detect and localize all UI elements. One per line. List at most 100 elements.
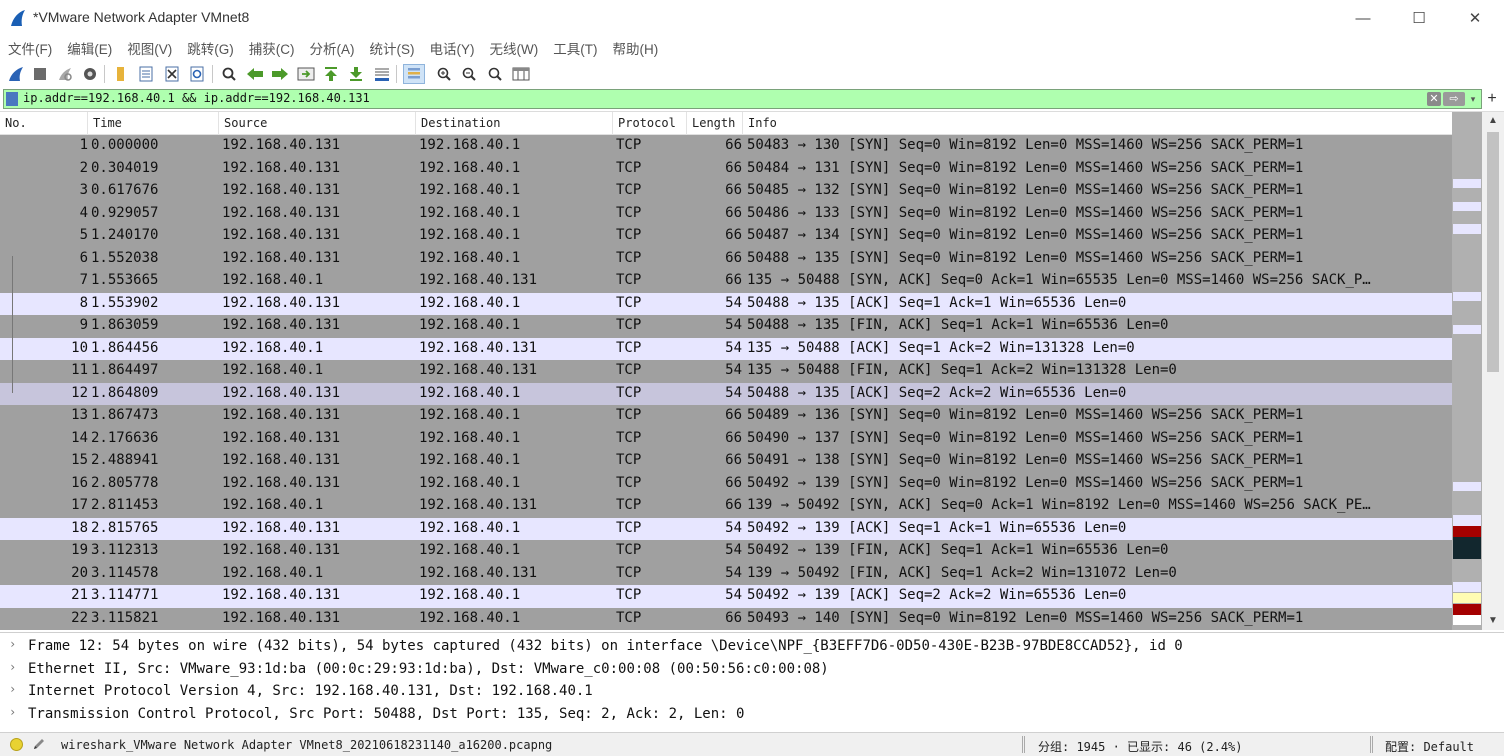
packet-row[interactable]: 2 0.304019 192.168.40.131 192.168.40.1 TCP 66… bbox=[0, 157, 1452, 180]
capture-options-icon[interactable] bbox=[80, 64, 100, 84]
expand-chevron-icon[interactable]: › bbox=[9, 682, 16, 696]
packet-length: 54 bbox=[725, 317, 742, 333]
menu-edit[interactable]: 编辑(E) bbox=[67, 38, 112, 58]
open-file-icon[interactable] bbox=[110, 64, 130, 84]
stop-capture-icon[interactable] bbox=[30, 64, 50, 84]
display-filter-input[interactable]: ip.addr==192.168.40.1 && ip.addr==192.16… bbox=[23, 91, 370, 105]
packet-time: 3.115821 bbox=[91, 609, 159, 626]
expert-info-led-icon[interactable] bbox=[10, 738, 23, 751]
packet-destination: 192.168.40.1 bbox=[419, 294, 521, 311]
packet-row[interactable]: 19 3.112313 192.168.40.131 192.168.40.1 TCP 5… bbox=[0, 540, 1452, 563]
filter-apply-icon[interactable]: ⇨ bbox=[1443, 92, 1465, 106]
filter-bookmark-icon[interactable] bbox=[6, 92, 18, 106]
go-back-icon[interactable] bbox=[245, 64, 265, 84]
packet-row[interactable]: 11 1.864497 192.168.40.1 192.168.40.131 TCP 5… bbox=[0, 360, 1452, 383]
packet-protocol: TCP bbox=[616, 452, 642, 468]
zoom-in-icon[interactable] bbox=[434, 64, 454, 84]
packet-row[interactable]: 6 1.552038 192.168.40.131 192.168.40.1 TCP 66… bbox=[0, 247, 1452, 270]
column-header-no[interactable]: No. bbox=[0, 112, 88, 135]
packet-row[interactable]: 14 2.176636 192.168.40.131 192.168.40.1 TCP 6… bbox=[0, 427, 1452, 450]
packet-row[interactable]: 10 1.864456 192.168.40.1 192.168.40.131 TCP 5… bbox=[0, 337, 1452, 360]
go-first-icon[interactable] bbox=[321, 64, 341, 84]
detail-row-ethernet[interactable]: › Ethernet II, Src: VMware_93:1d:ba (00:… bbox=[0, 658, 1504, 681]
column-header-protocol[interactable]: Protocol bbox=[613, 112, 687, 135]
packet-row[interactable]: 7 1.553665 192.168.40.1 192.168.40.131 TCP 66… bbox=[0, 270, 1452, 293]
column-header-destination[interactable]: Destination bbox=[416, 112, 613, 135]
go-forward-icon[interactable] bbox=[270, 64, 290, 84]
menu-wireless[interactable]: 无线(W) bbox=[490, 38, 539, 58]
menu-go[interactable]: 跳转(G) bbox=[187, 38, 234, 58]
profile-status[interactable]: 配置: Default bbox=[1385, 738, 1474, 755]
packet-row[interactable]: 20 3.114578 192.168.40.1 192.168.40.131 TCP 5… bbox=[0, 562, 1452, 585]
packet-row[interactable]: 1 0.000000 192.168.40.131 192.168.40.1 TCP 66… bbox=[0, 135, 1452, 158]
packet-destination: 192.168.40.131 bbox=[419, 272, 538, 288]
column-header-time[interactable]: Time bbox=[88, 112, 219, 135]
packet-row[interactable]: 13 1.867473 192.168.40.131 192.168.40.1 TCP 6… bbox=[0, 405, 1452, 428]
reload-file-icon[interactable] bbox=[187, 64, 207, 84]
detail-row-tcp[interactable]: › Transmission Control Protocol, Src Por… bbox=[0, 703, 1504, 726]
packet-row[interactable]: 22 3.115821 192.168.40.131 192.168.40.1 TCP 6… bbox=[0, 607, 1452, 630]
zoom-out-icon[interactable] bbox=[459, 64, 479, 84]
scrollbar-thumb[interactable] bbox=[1487, 132, 1499, 372]
expand-chevron-icon[interactable]: › bbox=[9, 637, 16, 651]
minimap-mark bbox=[1453, 482, 1481, 491]
packet-minimap[interactable] bbox=[1452, 112, 1482, 630]
menu-analyze[interactable]: 分析(A) bbox=[310, 38, 355, 58]
packet-no: 8 bbox=[79, 294, 88, 311]
find-packet-icon[interactable] bbox=[219, 64, 239, 84]
packet-no: 16 bbox=[71, 474, 88, 491]
packet-no: 17 bbox=[71, 497, 88, 513]
shark-fin-start-icon[interactable] bbox=[6, 64, 26, 84]
detail-row-ipv4[interactable]: › Internet Protocol Version 4, Src: 192.… bbox=[0, 680, 1504, 703]
close-button[interactable]: ✕ bbox=[1447, 0, 1503, 36]
add-filter-button-icon[interactable]: + bbox=[1484, 89, 1500, 109]
menu-tools[interactable]: 工具(T) bbox=[553, 38, 597, 58]
expand-chevron-icon[interactable]: › bbox=[9, 705, 16, 719]
packet-list-scrollbar[interactable]: ▲ ▼ bbox=[1482, 112, 1504, 630]
packet-info: 135 → 50488 [SYN, ACK] Seq=0 Ack=1 Win=6… bbox=[747, 272, 1371, 288]
go-to-packet-icon[interactable] bbox=[296, 64, 316, 84]
display-filter-bar[interactable]: ip.addr==192.168.40.1 && ip.addr==192.16… bbox=[3, 89, 1482, 109]
packet-row[interactable]: 3 0.617676 192.168.40.131 192.168.40.1 TCP 66… bbox=[0, 180, 1452, 203]
packet-row[interactable]: 16 2.805778 192.168.40.131 192.168.40.1 TCP 6… bbox=[0, 472, 1452, 495]
packet-row[interactable]: 4 0.929057 192.168.40.131 192.168.40.1 TCP 66… bbox=[0, 202, 1452, 225]
normal-size-icon[interactable] bbox=[485, 64, 505, 84]
packet-row[interactable]: 17 2.811453 192.168.40.1 192.168.40.131 TCP 6… bbox=[0, 495, 1452, 518]
packet-no: 18 bbox=[71, 519, 88, 536]
filter-clear-icon[interactable]: ✕ bbox=[1427, 92, 1441, 106]
menu-help[interactable]: 帮助(H) bbox=[612, 38, 658, 58]
menu-view[interactable]: 视图(V) bbox=[127, 38, 172, 58]
scroll-down-icon[interactable]: ▼ bbox=[1482, 612, 1504, 630]
close-file-icon[interactable] bbox=[162, 64, 182, 84]
packet-row[interactable]: 8 1.553902 192.168.40.131 192.168.40.1 TCP 54… bbox=[0, 292, 1452, 315]
go-last-icon[interactable] bbox=[346, 64, 366, 84]
capture-comment-icon[interactable] bbox=[31, 736, 47, 752]
packet-row[interactable]: 12 1.864809 192.168.40.131 192.168.40.1 TCP 5… bbox=[0, 382, 1452, 405]
menu-statistics[interactable]: 统计(S) bbox=[370, 38, 415, 58]
colorize-icon[interactable] bbox=[403, 64, 425, 84]
autoscroll-icon[interactable] bbox=[372, 64, 392, 84]
packet-row[interactable]: 15 2.488941 192.168.40.131 192.168.40.1 TCP 6… bbox=[0, 450, 1452, 473]
menu-file[interactable]: 文件(F) bbox=[8, 38, 52, 58]
packet-row[interactable]: 18 2.815765 192.168.40.131 192.168.40.1 TCP 5… bbox=[0, 517, 1452, 540]
menu-telephony[interactable]: 电话(Y) bbox=[430, 38, 475, 58]
column-header-source[interactable]: Source bbox=[219, 112, 416, 135]
packet-length: 54 bbox=[725, 294, 742, 311]
maximize-button[interactable]: ☐ bbox=[1391, 0, 1447, 36]
filter-history-dropdown-icon[interactable]: ▾ bbox=[1467, 91, 1479, 107]
packet-row[interactable]: 5 1.240170 192.168.40.131 192.168.40.1 TCP 66… bbox=[0, 225, 1452, 248]
column-header-length[interactable]: Length bbox=[687, 112, 743, 135]
packet-no: 10 bbox=[71, 339, 88, 356]
menu-capture[interactable]: 捕获(C) bbox=[249, 38, 295, 58]
column-header-info[interactable]: Info bbox=[743, 112, 1452, 135]
detail-row-frame[interactable]: › Frame 12: 54 bytes on wire (432 bits),… bbox=[0, 635, 1504, 658]
scroll-up-icon[interactable]: ▲ bbox=[1482, 112, 1504, 130]
packet-no: 15 bbox=[71, 452, 88, 468]
resize-columns-icon[interactable] bbox=[511, 64, 531, 84]
restart-capture-icon[interactable] bbox=[55, 64, 75, 84]
save-file-icon[interactable] bbox=[136, 64, 156, 84]
minimize-window-button[interactable]: — bbox=[1335, 0, 1391, 36]
packet-row[interactable]: 21 3.114771 192.168.40.131 192.168.40.1 TCP 5… bbox=[0, 585, 1452, 608]
expand-chevron-icon[interactable]: › bbox=[9, 660, 16, 674]
packet-row[interactable]: 9 1.863059 192.168.40.131 192.168.40.1 TCP 54… bbox=[0, 315, 1452, 338]
